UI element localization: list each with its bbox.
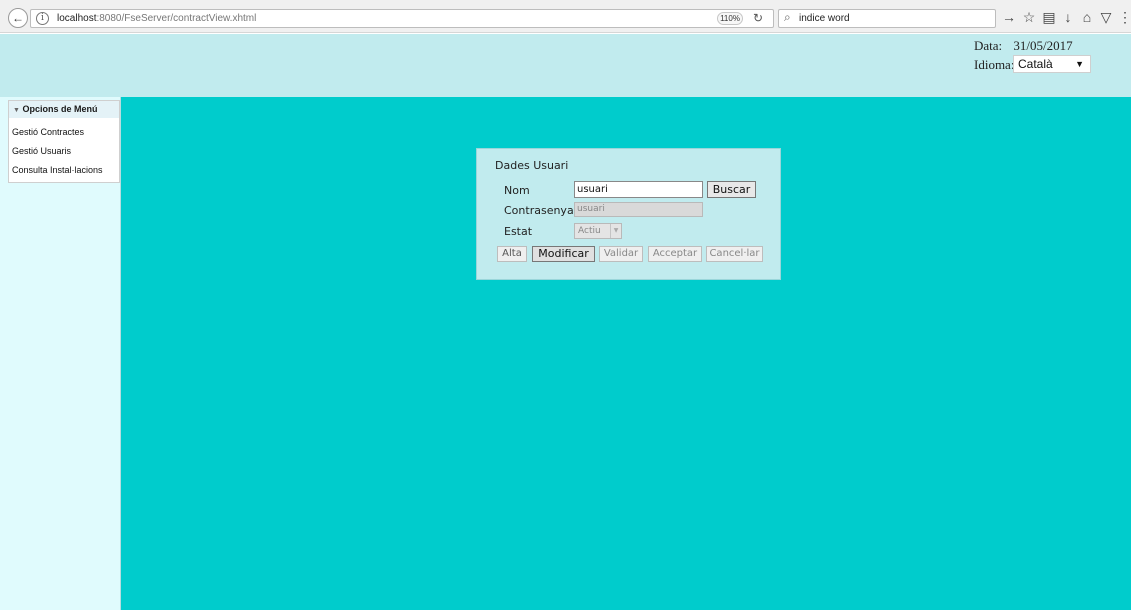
sidebar-item-contracts[interactable]: Gestió Contractes [12, 127, 84, 137]
pocket-icon[interactable]: ▽ [1097, 8, 1115, 26]
date-value: 31/05/2017 [1013, 38, 1073, 53]
menu-panel: ▼ Opcions de Menú Gestió Contractes Gest… [8, 100, 120, 183]
sidebar: ▼ Opcions de Menú Gestió Contractes Gest… [0, 97, 121, 610]
bookmark-star-icon[interactable]: ☆ [1020, 8, 1038, 26]
sidebar-item-installations[interactable]: Consulta Instal·lacions [12, 165, 103, 175]
sidebar-item-users[interactable]: Gestió Usuaris [12, 146, 71, 156]
menu-title: Opcions de Menú [22, 104, 98, 114]
panel-title: Dades Usuari [495, 159, 569, 172]
user-data-panel: Dades Usuari Nom usuari Buscar Contrasen… [476, 148, 781, 280]
nom-label: Nom [504, 184, 530, 197]
menu-header[interactable]: ▼ Opcions de Menú [9, 101, 119, 118]
status-select[interactable]: Actiu ▼ [574, 223, 622, 239]
status-value: Actiu [578, 226, 601, 236]
download-icon[interactable]: ↓ [1059, 8, 1077, 26]
date-label: Data: [974, 38, 1003, 53]
validar-button[interactable]: Validar [599, 246, 643, 262]
acceptar-button[interactable]: Acceptar [648, 246, 702, 262]
url-host: localhost [57, 13, 97, 24]
date-row: Data: 31/05/2017 [974, 38, 1073, 54]
search-text: indice word [799, 13, 850, 24]
collapse-triangle-icon: ▼ [13, 107, 20, 114]
nom-input[interactable]: usuari [574, 181, 703, 198]
search-icon: ⌕ [784, 10, 791, 24]
url-text: localhost:8080/FseServer/contractView.xh… [57, 13, 256, 24]
more-menu-icon[interactable]: ⋮ [1116, 8, 1131, 26]
password-input[interactable]: usuari [574, 202, 703, 217]
browser-toolbar: ← i localhost:8080/FseServer/contractVie… [0, 0, 1131, 33]
reload-icon[interactable]: ↻ [753, 11, 763, 25]
search-button[interactable]: Buscar [707, 181, 756, 198]
language-select[interactable]: Català ▼ [1013, 55, 1091, 73]
chevron-down-icon: ▼ [610, 224, 621, 238]
search-bar[interactable]: ⌕ indice word [778, 9, 996, 28]
url-path: :8080/FseServer/contractView.xhtml [96, 13, 257, 24]
language-label: Idioma: [974, 57, 1015, 72]
modificar-button[interactable]: Modificar [532, 246, 595, 262]
alta-button[interactable]: Alta [497, 246, 527, 262]
zoom-indicator[interactable]: 110% [717, 12, 743, 25]
language-value: Català [1018, 57, 1053, 71]
info-icon[interactable]: i [36, 12, 49, 25]
cancellar-button[interactable]: Cancel·lar [706, 246, 763, 262]
password-label: Contrasenya [504, 204, 574, 217]
back-arrow-icon[interactable]: ← [8, 8, 28, 28]
chevron-down-icon: ▼ [1075, 59, 1084, 69]
go-arrow-icon[interactable]: → [1000, 8, 1018, 26]
address-bar[interactable]: i localhost:8080/FseServer/contractView.… [30, 9, 774, 28]
status-label: Estat [504, 225, 533, 238]
page-header [0, 34, 1131, 97]
home-icon[interactable]: ⌂ [1078, 8, 1096, 26]
bookmarks-library-icon[interactable]: ▤ [1040, 8, 1058, 26]
